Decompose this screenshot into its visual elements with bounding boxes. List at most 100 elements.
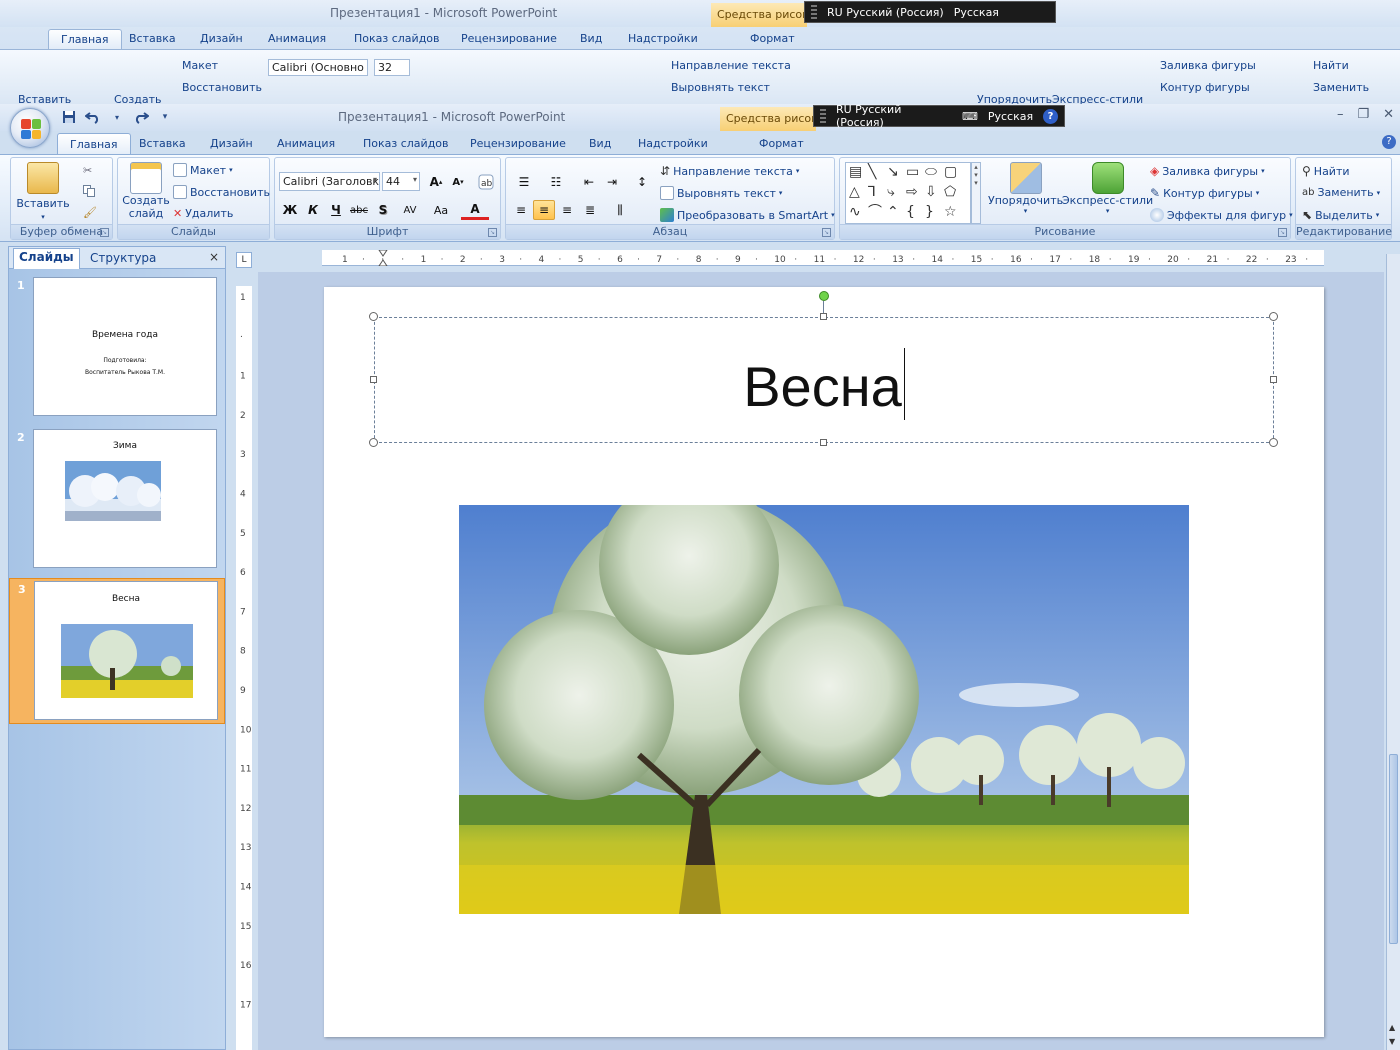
resize-handle-l[interactable] bbox=[370, 376, 377, 383]
line-spacing-icon[interactable]: ↕ bbox=[628, 172, 656, 192]
vertical-ruler[interactable]: 1 · 1 2 3 4 5 6 7 8 9 10 11 12 13 14 15 16 17 bbox=[236, 286, 252, 1050]
back-tab-home[interactable]: Главная bbox=[48, 29, 122, 49]
rounded-rect-shape-icon[interactable]: ▢ bbox=[944, 165, 957, 179]
smartart-button[interactable]: Преобразовать в SmartArt ▾ bbox=[660, 208, 835, 222]
spring-tree-picture[interactable] bbox=[459, 505, 1189, 914]
back-reset-label[interactable]: Восстановить bbox=[182, 81, 262, 94]
back-tab-animation[interactable]: Анимация bbox=[268, 32, 326, 45]
slide-title-text[interactable]: Весна bbox=[375, 348, 1273, 420]
resize-handle-r[interactable] bbox=[1270, 376, 1277, 383]
back-tab-view[interactable]: Вид bbox=[580, 32, 602, 45]
rectangle-shape-icon[interactable]: ▭ bbox=[906, 165, 919, 179]
copy-icon[interactable] bbox=[83, 185, 95, 197]
left-brace-shape-icon[interactable]: { bbox=[906, 205, 915, 219]
tab-outline[interactable]: Структура bbox=[85, 250, 161, 266]
arc-shape-icon[interactable]: ⌒ bbox=[868, 205, 882, 219]
help-icon[interactable]: ? bbox=[1043, 108, 1058, 124]
resize-handle-br[interactable] bbox=[1269, 438, 1278, 447]
back-layout-label[interactable]: Макет bbox=[182, 59, 218, 72]
tab-review[interactable]: Рецензирование bbox=[470, 137, 566, 150]
maximize-icon[interactable]: ❐ bbox=[1357, 107, 1369, 122]
redo-icon[interactable] bbox=[132, 108, 150, 126]
underline-button[interactable]: Ч bbox=[325, 200, 347, 220]
triangle-shape-icon[interactable]: △ bbox=[849, 185, 860, 199]
back-paste-label[interactable]: Вставить bbox=[18, 93, 71, 104]
quick-styles-button[interactable]: Экспресс-стили ▾ bbox=[1062, 162, 1153, 215]
resize-handle-b[interactable] bbox=[820, 439, 827, 446]
slide-thumbnail-3[interactable]: 3 Весна bbox=[9, 578, 225, 724]
font-size-combo[interactable]: 44 ▾ bbox=[382, 172, 420, 191]
dialog-launcher-icon[interactable]: ↘ bbox=[100, 228, 109, 237]
resize-handle-tl[interactable] bbox=[369, 312, 378, 321]
align-left-icon[interactable]: ≡ bbox=[510, 200, 532, 220]
shape-outline-button[interactable]: ✎ Контур фигуры ▾ bbox=[1150, 186, 1259, 200]
language-label[interactable]: RU Русский (Россия) bbox=[836, 103, 952, 129]
next-slide-icon[interactable]: ▼ bbox=[1389, 1037, 1395, 1046]
back-arrange[interactable]: Упорядочить bbox=[977, 93, 1052, 104]
arrange-button[interactable]: Упорядочить ▾ bbox=[988, 162, 1063, 215]
reset-button[interactable]: Восстановить bbox=[173, 185, 270, 199]
curve-shape-icon[interactable]: ⌃ bbox=[887, 205, 899, 219]
current-slide[interactable]: Весна bbox=[324, 287, 1324, 1037]
align-center-icon[interactable]: ≡ bbox=[533, 200, 555, 220]
cut-icon[interactable]: ✂ bbox=[83, 164, 92, 177]
close-icon[interactable]: ✕ bbox=[1383, 107, 1394, 122]
shadow-button[interactable]: S bbox=[372, 200, 394, 220]
tab-slides[interactable]: Слайды bbox=[13, 248, 80, 269]
resize-handle-tr[interactable] bbox=[1269, 312, 1278, 321]
back-shape-outline[interactable]: Контур фигуры bbox=[1160, 81, 1250, 94]
back-tab-review[interactable]: Рецензирование bbox=[461, 32, 557, 45]
textbox-shape-icon[interactable]: ▤ bbox=[849, 165, 862, 179]
paste-button[interactable]: Вставить ▾ bbox=[16, 162, 70, 221]
italic-button[interactable]: К bbox=[302, 200, 324, 220]
back-keyboard-label[interactable]: Русская bbox=[954, 6, 999, 19]
right-arrow-shape-icon[interactable]: ⇨ bbox=[906, 185, 918, 199]
grow-font-icon[interactable]: A ▴ bbox=[425, 172, 447, 192]
shape-fill-button[interactable]: ◈ Заливка фигуры ▾ bbox=[1150, 164, 1265, 178]
tab-view[interactable]: Вид bbox=[589, 137, 611, 150]
tab-design[interactable]: Дизайн bbox=[210, 137, 253, 150]
format-painter-icon[interactable]: 🖌 bbox=[83, 206, 97, 219]
previous-slide-icon[interactable]: ▲ bbox=[1389, 1023, 1395, 1032]
rotation-handle[interactable] bbox=[819, 291, 829, 301]
back-replace[interactable]: Заменить bbox=[1313, 81, 1369, 94]
back-language-bar[interactable]: RU Русский (Россия) Русская bbox=[804, 1, 1056, 23]
slide-thumbnail-1[interactable]: 1 Времена года Подготовила: Воспитатель … bbox=[9, 275, 225, 421]
help-button-icon[interactable]: ? bbox=[1382, 135, 1396, 149]
dialog-launcher-icon[interactable]: ↘ bbox=[822, 228, 831, 237]
horizontal-ruler[interactable]: 1 · · · 1 · 2 · 3 · 4 · 5 · 6 · 7 · 8 · 9 · 10 · 11 · 12 · 13 · 14 · 15 ·… bbox=[322, 249, 1324, 267]
back-font-size[interactable]: 32 bbox=[374, 59, 410, 76]
strikethrough-button[interactable]: abc bbox=[348, 200, 370, 220]
align-right-icon[interactable]: ≡ bbox=[556, 200, 578, 220]
elbow-connector-icon[interactable]: ⅂ bbox=[868, 185, 876, 199]
close-pane-icon[interactable]: × bbox=[209, 250, 219, 264]
right-brace-shape-icon[interactable]: } bbox=[925, 205, 934, 219]
back-find[interactable]: Найти bbox=[1313, 59, 1349, 72]
star-shape-icon[interactable]: ☆ bbox=[944, 205, 957, 219]
keyboard-label[interactable]: Русская bbox=[988, 110, 1033, 123]
oval-shape-icon[interactable]: ⬭ bbox=[925, 165, 937, 179]
arrow-shape-icon[interactable]: ↘ bbox=[887, 165, 899, 179]
customize-qat-icon[interactable]: ▾ bbox=[156, 108, 174, 126]
back-tab-insert[interactable]: Вставка bbox=[129, 32, 176, 45]
tab-home[interactable]: Главная bbox=[57, 133, 131, 155]
tab-insert[interactable]: Вставка bbox=[139, 137, 186, 150]
indent-marker-icon[interactable] bbox=[378, 249, 388, 267]
increase-indent-icon[interactable]: ⇥ bbox=[601, 172, 623, 192]
title-placeholder[interactable]: Весна bbox=[374, 317, 1274, 443]
freeform-shape-icon[interactable]: ∿ bbox=[849, 205, 861, 219]
tab-addins[interactable]: Надстройки bbox=[638, 137, 708, 150]
back-quick-styles[interactable]: Экспресс-стили bbox=[1052, 93, 1143, 104]
minimize-icon[interactable]: – bbox=[1337, 107, 1344, 122]
change-case-button[interactable]: Aa bbox=[427, 200, 455, 220]
tab-slideshow[interactable]: Показ слайдов bbox=[363, 137, 449, 150]
language-bar[interactable]: RU Русский (Россия) ⌨ Русская ? bbox=[813, 103, 1065, 129]
find-button[interactable]: ⚲ Найти bbox=[1302, 164, 1350, 178]
shrink-font-icon[interactable]: A ▾ bbox=[447, 172, 469, 192]
shapes-gallery[interactable]: ▤ ╲ ↘ ▭ ⬭ ▢ △ ⅂ ⤷ ⇨ ⇩ ⬠ ∿ ⌒ ⌃ { } ☆ bbox=[845, 162, 971, 224]
resize-handle-t[interactable] bbox=[820, 313, 827, 320]
shape-effects-button[interactable]: Эффекты для фигур ▾ bbox=[1150, 208, 1293, 222]
undo-dropdown-icon[interactable]: ▾ bbox=[108, 108, 126, 126]
back-text-direction[interactable]: Направление текста bbox=[671, 59, 791, 72]
down-arrow-shape-icon[interactable]: ⇩ bbox=[925, 185, 937, 199]
